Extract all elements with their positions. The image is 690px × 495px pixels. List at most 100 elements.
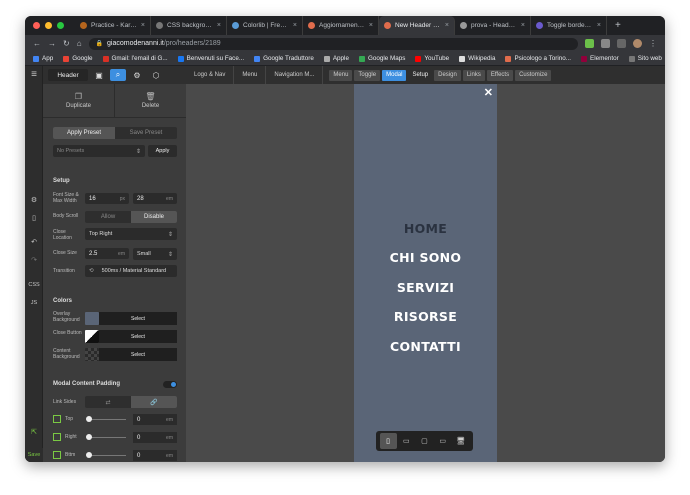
unlink-icon[interactable]: ⇄ <box>85 396 131 408</box>
close-select-button[interactable]: Select <box>99 330 177 343</box>
gear-icon[interactable]: ⚙ <box>129 69 145 81</box>
browser-tab[interactable]: Toggle border CSS... × <box>531 16 607 35</box>
tab-design[interactable]: Design <box>434 69 461 81</box>
tab-close-icon[interactable]: × <box>597 22 601 29</box>
padding-bottom-slider[interactable] <box>86 452 92 458</box>
padding-top-input[interactable]: 0 em <box>133 414 177 425</box>
duplicate-button[interactable]: ❐ Duplicate <box>43 84 114 117</box>
tab-close-icon[interactable]: × <box>293 22 297 29</box>
tab-customize[interactable]: Customize <box>515 69 552 81</box>
menu-item-contatti[interactable]: CONTATTI <box>354 339 497 354</box>
undo-icon[interactable]: ↶ <box>25 238 43 246</box>
reload-icon[interactable]: ↻ <box>63 39 70 48</box>
bookmark-item[interactable]: Elementor <box>581 55 619 62</box>
bookmark-item[interactable]: App <box>33 55 53 62</box>
puzzle-icon[interactable] <box>617 39 626 48</box>
close-size-select[interactable]: Small ⇕ <box>133 248 177 260</box>
breadcrumb-item[interactable]: Menu <box>234 66 267 84</box>
tab-close-icon[interactable]: × <box>445 22 449 29</box>
desktop-icon[interactable]: 🖥 <box>452 433 469 449</box>
bookmark-item[interactable]: Psicologo a Torino... <box>505 55 571 62</box>
menu-item-risorse[interactable]: RISORSE <box>354 309 497 324</box>
phone-landscape-icon[interactable]: ▭ <box>398 433 415 449</box>
tab-modal[interactable]: Modal <box>382 69 407 81</box>
tab-close-icon[interactable]: × <box>217 22 221 29</box>
padding-top-slider[interactable] <box>86 416 92 422</box>
forward-icon[interactable]: → <box>48 39 56 48</box>
close-window-button[interactable] <box>33 22 40 29</box>
link-icon[interactable]: 🔗 <box>131 396 177 408</box>
close-location-select[interactable]: Top Right ⇕ <box>85 228 177 240</box>
redo-icon[interactable]: ↷ <box>25 256 43 264</box>
menu-kebab-icon[interactable]: ⋮ <box>649 39 657 48</box>
tablet-icon[interactable]: ▢ <box>416 433 433 449</box>
tab-menu[interactable]: Menu <box>329 69 353 81</box>
overlay-color-swatch[interactable] <box>85 312 99 325</box>
browser-tab[interactable]: Practice - Karen J. × <box>75 16 151 35</box>
overlay-select-button[interactable]: Select <box>99 312 177 325</box>
delete-button[interactable]: 🗑 Delete <box>114 84 186 117</box>
minimize-window-button[interactable] <box>45 22 52 29</box>
close-color-swatch[interactable] <box>85 330 99 343</box>
bookmark-item[interactable]: Google Maps <box>358 55 405 62</box>
avatar[interactable] <box>633 39 642 48</box>
phone-device-icon[interactable]: ▯ <box>379 433 397 449</box>
hamburger-icon[interactable]: ≡ <box>25 69 43 80</box>
layers-icon[interactable]: ⚙ <box>25 196 43 204</box>
bookmark-item[interactable]: Wikipedia <box>459 55 495 62</box>
tablet-landscape-icon[interactable]: ▭ <box>434 433 451 449</box>
padding-right-slider[interactable] <box>86 434 92 440</box>
mobile-icon[interactable]: ▯ <box>25 214 43 222</box>
bookmark-item[interactable]: Google Traduttore <box>254 55 314 62</box>
bookmark-item[interactable]: Sito web <box>628 55 662 62</box>
tab-links[interactable]: Links <box>462 69 485 81</box>
back-icon[interactable]: ← <box>33 39 41 48</box>
padding-bottom-input[interactable]: 0 em <box>133 450 177 461</box>
tab-toggle[interactable]: Toggle <box>354 69 381 81</box>
search-icon[interactable]: ⌕ <box>110 69 126 81</box>
allow-option[interactable]: Allow <box>85 211 131 223</box>
apply-preset-tab[interactable]: Apply Preset <box>53 127 115 139</box>
max-width-input[interactable]: 28 em <box>133 193 177 204</box>
url-field[interactable]: 🔒 giacomodenanni.it/pro/headers/2189 <box>88 37 578 50</box>
bookmark-item[interactable]: Gmail: l'email di G... <box>102 55 168 62</box>
tab-close-icon[interactable]: × <box>141 22 145 29</box>
save-preset-tab[interactable]: Save Preset <box>115 127 177 139</box>
browser-tab[interactable]: Aggiornamenti di W... × <box>303 16 379 35</box>
breadcrumb-item[interactable]: Navigation M... <box>266 66 324 84</box>
tab-close-icon[interactable]: × <box>369 22 373 29</box>
apply-button[interactable]: Apply <box>148 145 177 157</box>
breadcrumb-item[interactable]: Logo & Nav <box>186 66 235 84</box>
new-tab-button[interactable]: + <box>607 20 621 31</box>
bookmark-item[interactable]: Google <box>63 55 93 62</box>
menu-item-chi-sono[interactable]: CHI SONO <box>354 250 497 265</box>
tab-effects[interactable]: Effects <box>486 69 514 81</box>
preset-select[interactable]: No Presets ⇕ <box>53 145 145 157</box>
transition-select[interactable]: ⟲ 500ms / Material Standard <box>85 265 177 277</box>
browser-tab[interactable]: CSS background-c... × <box>151 16 227 35</box>
bookmark-item[interactable]: Apple <box>323 55 349 62</box>
bookmark-item[interactable]: Benvenuti su Face... <box>177 55 244 62</box>
css-button[interactable]: CSS <box>25 282 43 288</box>
bookmark-item[interactable]: YouTube <box>415 55 449 62</box>
maximize-window-button[interactable] <box>57 22 64 29</box>
close-size-input[interactable]: 2.5 em <box>85 248 129 259</box>
extension-icon[interactable] <box>601 39 610 48</box>
font-size-input[interactable]: 16 px <box>85 193 129 204</box>
content-select-button[interactable]: Select <box>99 348 177 361</box>
padding-right-input[interactable]: 0 em <box>133 432 177 443</box>
save-button[interactable]: Save <box>25 448 43 462</box>
cube-icon[interactable]: ⬡ <box>148 69 164 81</box>
export-icon[interactable]: ⇱ <box>25 428 43 436</box>
browser-tab[interactable]: prova - Headers - F... × <box>455 16 531 35</box>
padding-toggle[interactable] <box>163 381 177 388</box>
disable-option[interactable]: Disable <box>131 211 177 223</box>
tab-setup[interactable]: Setup <box>408 70 432 81</box>
layout-icon[interactable]: ▣ <box>91 69 107 81</box>
content-color-swatch[interactable] <box>85 348 99 361</box>
browser-tab[interactable]: New Header - Head... × <box>379 16 455 35</box>
menu-item-home[interactable]: HOME <box>354 221 497 236</box>
js-button[interactable]: JS <box>25 300 43 306</box>
browser-tab[interactable]: Colorlib | Free Boot... × <box>227 16 303 35</box>
home-icon[interactable]: ⌂ <box>77 39 82 48</box>
